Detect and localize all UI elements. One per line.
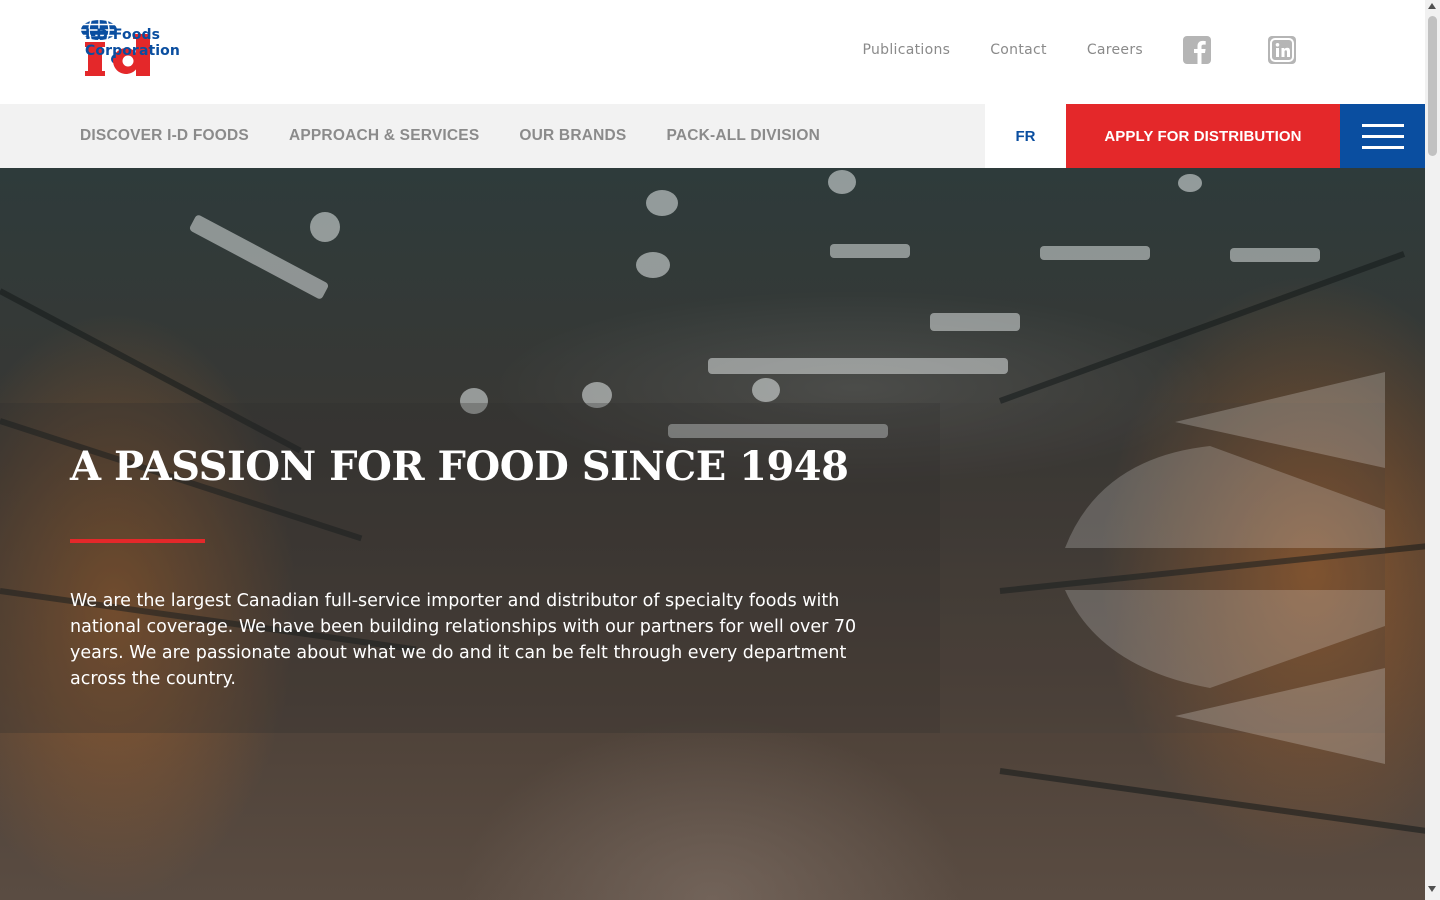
utility-link-publications[interactable]: Publications — [863, 42, 951, 58]
logo-wordmark: I-D Foods Corporation — [85, 27, 180, 59]
facebook-icon[interactable] — [1183, 36, 1211, 64]
scrollbar-thumb[interactable] — [1428, 16, 1437, 156]
hamburger-icon-bar — [1361, 145, 1404, 149]
apply-for-distribution-button[interactable]: APPLY FOR DISTRIBUTION — [1066, 104, 1340, 168]
hero-accent-rule — [70, 539, 205, 543]
page-scrollbar[interactable] — [1425, 0, 1440, 900]
hamburger-icon-bar — [1361, 134, 1404, 138]
utility-nav: Publications Contact Careers — [863, 36, 1337, 64]
utility-link-careers[interactable]: Careers — [1087, 42, 1143, 58]
logo-line-2: Corporation — [85, 43, 180, 59]
nav-item-discover[interactable]: DISCOVER I-D FOODS — [80, 127, 249, 145]
hero-title: A PASSION FOR FOOD SINCE 1948 — [70, 443, 849, 490]
hamburger-menu-button[interactable] — [1340, 104, 1425, 168]
top-header: I-D Foods Corporation Publications Conta… — [0, 0, 1425, 104]
hero-description: We are the largest Canadian full-service… — [70, 591, 857, 689]
logo-line-1: I-D Foods — [85, 27, 161, 43]
linkedin-icon[interactable] — [1268, 36, 1296, 64]
hamburger-icon-bar — [1361, 123, 1404, 127]
watermark-shape — [1065, 372, 1385, 764]
hero-section: A PASSION FOR FOOD SINCE 1948 We are the… — [0, 168, 1425, 900]
nav-item-pack-all[interactable]: PACK-ALL DIVISION — [666, 127, 820, 145]
nav-item-our-brands[interactable]: OUR BRANDS — [519, 127, 626, 145]
utility-link-contact[interactable]: Contact — [990, 42, 1047, 58]
scroll-up-arrow-icon[interactable] — [1428, 3, 1436, 9]
nav-item-approach-services[interactable]: APPROACH & SERVICES — [289, 127, 479, 145]
main-nav-items: DISCOVER I-D FOODS APPROACH & SERVICES O… — [80, 104, 860, 168]
main-nav: DISCOVER I-D FOODS APPROACH & SERVICES O… — [0, 104, 1425, 168]
scroll-down-arrow-icon[interactable] — [1428, 886, 1436, 892]
language-toggle[interactable]: FR — [985, 104, 1066, 168]
